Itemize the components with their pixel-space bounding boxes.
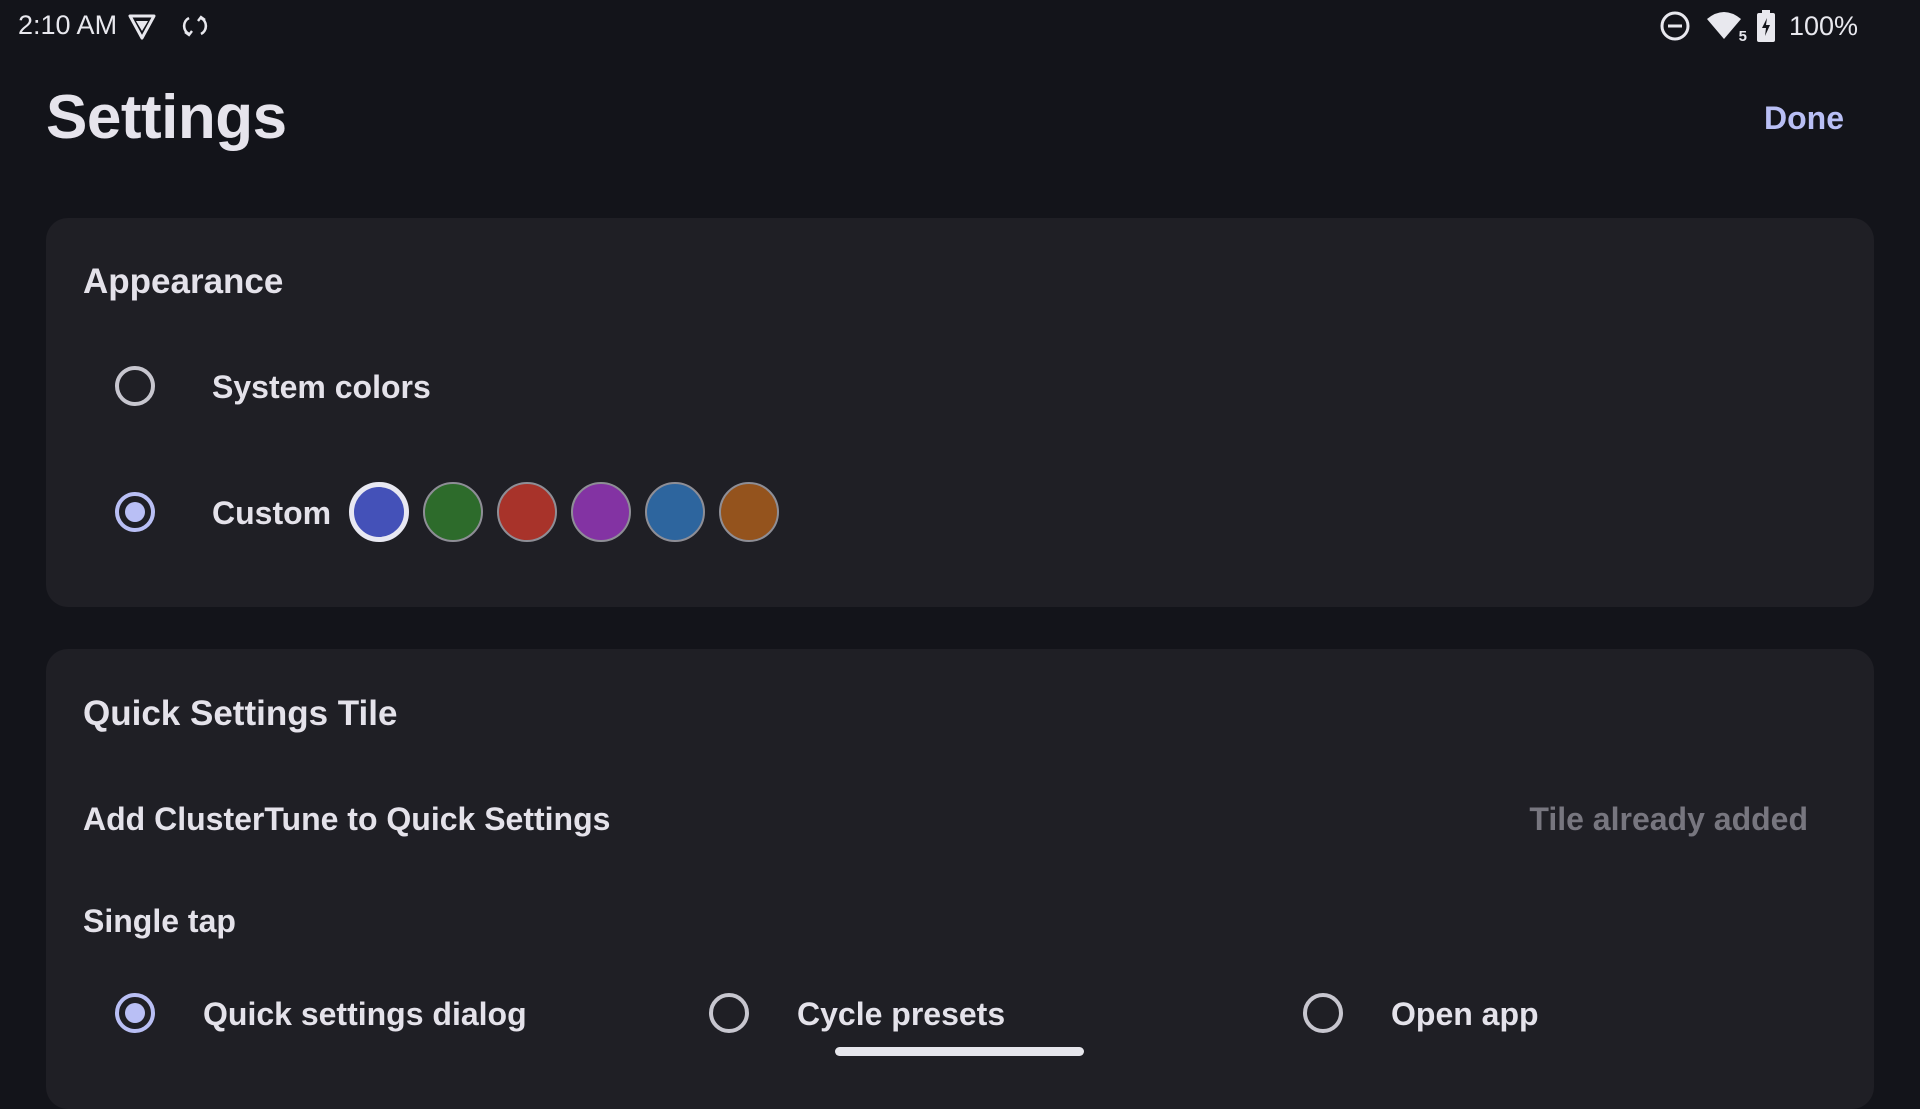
home-indicator[interactable] (835, 1047, 1084, 1056)
system-colors-label[interactable]: System colors (212, 369, 431, 406)
status-bar: 2:10 AM 5 100% (0, 0, 1920, 54)
appearance-title: Appearance (83, 262, 284, 301)
swatch-green[interactable] (423, 482, 483, 542)
battery-charging-icon (1756, 10, 1775, 42)
tap-option-open-label[interactable]: Open app (1391, 996, 1539, 1033)
appearance-card: Appearance System colors Custom (46, 218, 1874, 607)
system-colors-radio[interactable] (115, 366, 155, 406)
custom-colors-radio[interactable] (115, 492, 155, 532)
clock: 2:10 AM (18, 10, 118, 40)
swatch-purple[interactable] (571, 482, 631, 542)
quick-settings-title: Quick Settings Tile (83, 694, 398, 733)
page-title: Settings (46, 83, 287, 152)
custom-colors-label[interactable]: Custom (212, 495, 331, 532)
sync-icon (181, 12, 209, 40)
done-button[interactable]: Done (1764, 100, 1844, 137)
tap-option-dialog-radio[interactable] (115, 993, 155, 1033)
swatch-red[interactable] (497, 482, 557, 542)
battery-percent: 100% (1788, 10, 1858, 41)
add-tile-label[interactable]: Add ClusterTune to Quick Settings (83, 801, 610, 838)
quick-settings-card: Quick Settings Tile Add ClusterTune to Q… (46, 649, 1874, 1109)
single-tap-label: Single tap (83, 903, 236, 939)
swatch-blue[interactable] (645, 482, 705, 542)
swatch-orange[interactable] (719, 482, 779, 542)
wifi-icon: 5 (1705, 11, 1747, 45)
tile-status: Tile already added (1529, 801, 1808, 837)
swatch-indigo[interactable] (349, 482, 409, 542)
do-not-disturb-icon (1659, 10, 1691, 42)
tap-option-cycle-radio[interactable] (709, 993, 749, 1033)
tap-option-dialog-label[interactable]: Quick settings dialog (203, 996, 527, 1033)
status-right: 5 100% (1659, 10, 1858, 45)
wifi-badge: 5 (1738, 28, 1747, 45)
color-swatch-row (349, 482, 779, 542)
vpn-shield-icon (127, 11, 157, 41)
status-left: 2:10 AM (18, 10, 209, 41)
tap-option-open-radio[interactable] (1303, 993, 1343, 1033)
tap-option-cycle-label[interactable]: Cycle presets (797, 996, 1005, 1033)
